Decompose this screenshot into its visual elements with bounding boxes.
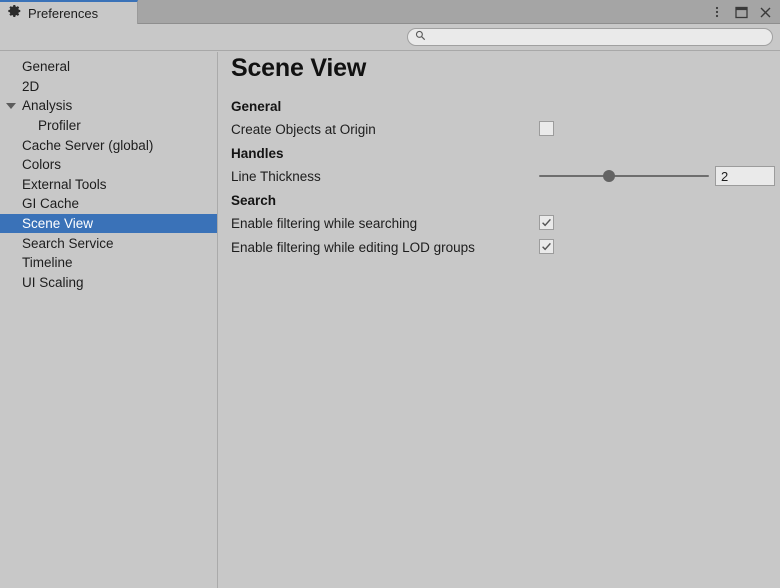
section-header-general: General: [231, 99, 281, 114]
sidebar-item-gi-cache[interactable]: GI Cache: [0, 194, 217, 214]
sidebar-item-cache-server-global[interactable]: Cache Server (global): [0, 135, 217, 155]
label-create-objects-at-origin: Create Objects at Origin: [231, 122, 376, 137]
line-thickness-slider-track[interactable]: [539, 175, 709, 177]
label-line-thickness: Line Thickness: [231, 169, 321, 184]
label-enable-filtering-while-searching: Enable filtering while searching: [231, 216, 417, 231]
sidebar-item-label: Colors: [22, 157, 61, 172]
sidebar-item-label: Analysis: [22, 98, 72, 113]
line-thickness-value-field[interactable]: [715, 166, 775, 186]
sidebar-item-external-tools[interactable]: External Tools: [0, 175, 217, 195]
sidebar-item-scene-view[interactable]: Scene View: [0, 214, 217, 234]
tab-preferences[interactable]: Preferences: [0, 0, 138, 24]
gear-icon: [8, 4, 22, 23]
sidebar-item-search-service[interactable]: Search Service: [0, 233, 217, 253]
sidebar-item-colors[interactable]: Colors: [0, 155, 217, 175]
chevron-down-icon[interactable]: [6, 103, 16, 109]
search-bar: [0, 24, 780, 51]
label-enable-filtering-while-editing-lod: Enable filtering while editing LOD group…: [231, 240, 475, 255]
sidebar-item-timeline[interactable]: Timeline: [0, 253, 217, 273]
window-controls: [706, 0, 776, 24]
settings-sidebar[interactable]: General 2D Analysis Profiler Cache Server (g…: [0, 52, 218, 588]
close-icon[interactable]: [754, 1, 776, 23]
section-header-search: Search: [231, 193, 276, 208]
checkbox-create-objects-at-origin[interactable]: [539, 121, 554, 136]
sidebar-item-label: Scene View: [22, 216, 93, 231]
checkbox-enable-filtering-while-searching[interactable]: [539, 215, 554, 230]
sidebar-item-label: GI Cache: [22, 196, 79, 211]
sidebar-item-analysis[interactable]: Analysis: [0, 96, 217, 116]
maximize-icon[interactable]: [730, 1, 752, 23]
sidebar-item-label: General: [22, 59, 70, 74]
sidebar-item-profiler[interactable]: Profiler: [0, 116, 217, 136]
sidebar-item-label: Cache Server (global): [22, 138, 153, 153]
sidebar-item-label: External Tools: [22, 177, 107, 192]
checkmark-icon: [540, 216, 553, 234]
sidebar-item-label: Search Service: [22, 236, 114, 251]
search-input[interactable]: [431, 31, 761, 43]
search-field[interactable]: [407, 28, 773, 46]
tab-label: Preferences: [28, 7, 98, 20]
sidebar-item-2d[interactable]: 2D: [0, 77, 217, 97]
title-bar: Preferences: [0, 0, 780, 24]
sidebar-item-label: Timeline: [22, 255, 73, 270]
sidebar-item-label: Profiler: [38, 118, 81, 133]
sidebar-item-label: UI Scaling: [22, 275, 84, 290]
sidebar-list: General 2D Analysis Profiler Cache Server (g…: [0, 57, 217, 292]
kebab-menu-icon[interactable]: [706, 1, 728, 23]
settings-content: Scene View General Create Objects at Ori…: [219, 52, 780, 588]
line-thickness-input[interactable]: [721, 169, 774, 184]
line-thickness-slider-handle[interactable]: [603, 170, 615, 182]
search-icon: [415, 28, 426, 46]
sidebar-item-ui-scaling[interactable]: UI Scaling: [0, 273, 217, 293]
sidebar-item-general[interactable]: General: [0, 57, 217, 77]
section-header-handles: Handles: [231, 146, 284, 161]
checkbox-enable-filtering-while-editing-lod[interactable]: [539, 239, 554, 254]
page-title: Scene View: [231, 54, 366, 83]
checkmark-icon: [540, 240, 553, 258]
sidebar-item-label: 2D: [22, 79, 39, 94]
